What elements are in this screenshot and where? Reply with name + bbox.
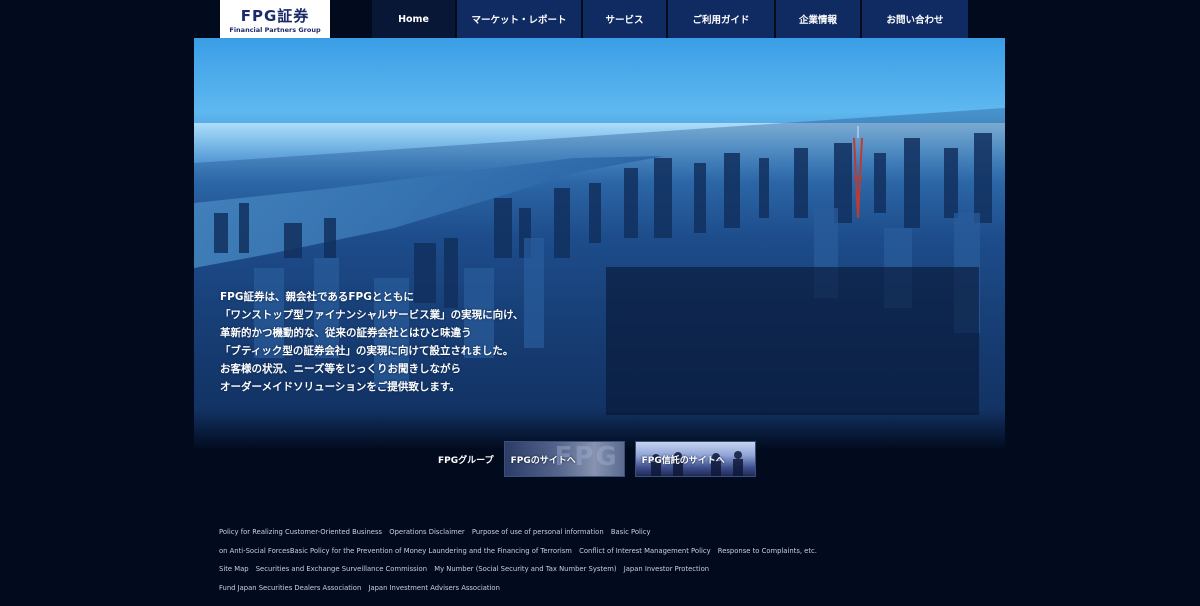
hero-line: オーダーメイドソリューションをご提供致します。 [220, 381, 460, 393]
footer-line: Fund Japan Securities Dealers Associatio… [219, 579, 979, 598]
logo-main-text: FPG証券 [240, 7, 310, 25]
footer-link-sesc[interactable]: Securities and Exchange Surveillance Com… [256, 565, 427, 573]
nav-market-report[interactable]: マーケット・レポート [457, 0, 581, 38]
footer-link-basic-policy[interactable]: Basic Policy [611, 528, 651, 536]
footer-line: Policy for Realizing Customer-Oriented B… [219, 523, 979, 542]
footer-link-personal-information[interactable]: Purpose of use of personal information [472, 528, 604, 536]
nav-services[interactable]: サービス [583, 0, 666, 38]
fpg-site-link[interactable]: FPG FPGのサイトへ [503, 441, 625, 477]
footer-link-jsda[interactable]: Fund Japan Securities Dealers Associatio… [219, 584, 361, 592]
footer-link-customer-oriented-policy[interactable]: Policy for Realizing Customer-Oriented B… [219, 528, 382, 536]
hero-line: お客様の状況、ニーズ等をじっくりお聞きしながら [220, 363, 461, 375]
footer-link-my-number[interactable]: My Number (Social Security and Tax Numbe… [434, 565, 616, 573]
fpg-trust-site-link-label: FPG信託のサイトへ [641, 456, 725, 466]
logo[interactable]: FPG証券 Financial Partners Group [220, 0, 330, 38]
footer-link-complaints[interactable]: Response to Complaints, etc. [718, 547, 817, 555]
hero-line: 革新的かつ機動的な、従来の証券会社とはひと味違う [220, 327, 472, 339]
group-links: FPGグループ FPG FPGのサイトへ FPG信託のサイトへ [438, 441, 766, 477]
fpg-trust-site-link[interactable]: FPG信託のサイトへ [634, 441, 756, 477]
hero-intro-text: FPG証券は、親会社であるFPGとともに 「ワンストップ型ファイナンシャルサービ… [220, 288, 580, 396]
hero-dark-panel [606, 267, 979, 415]
logo-sub-text: Financial Partners Group [229, 26, 321, 34]
footer-link-site-map[interactable]: Site Map [219, 565, 249, 573]
hero-line: 「ワンストップ型ファイナンシャルサービス業」の実現に向け、 [220, 309, 524, 321]
fpg-site-link-label: FPGのサイトへ [510, 456, 576, 466]
footer-links: Policy for Realizing Customer-Oriented B… [219, 523, 979, 597]
footer-link-investor-protection[interactable]: Japan Investor Protection [624, 565, 709, 573]
footer-link-conflict-of-interest[interactable]: Conflict of Interest Management Policy [579, 547, 711, 555]
nav-contact[interactable]: お問い合わせ [862, 0, 968, 38]
nav-home[interactable]: Home [372, 0, 455, 38]
hero-banner: FPG証券は、親会社であるFPGとともに 「ワンストップ型ファイナンシャルサービ… [194, 38, 1005, 450]
group-label: FPGグループ [438, 455, 494, 466]
hero-line: FPG証券は、親会社であるFPGとともに [220, 291, 414, 303]
main-nav: Home マーケット・レポート サービス ご利用ガイド 企業情報 お問い合わせ [372, 0, 970, 38]
footer-link-jiaa[interactable]: Japan Investment Advisers Association [368, 584, 499, 592]
nav-company-info[interactable]: 企業情報 [776, 0, 860, 38]
nav-user-guide[interactable]: ご利用ガイド [668, 0, 774, 38]
footer-link-operations-disclaimer[interactable]: Operations Disclaimer [389, 528, 464, 536]
footer-link-anti-social-forces[interactable]: on Anti-Social ForcesBasic Policy for th… [219, 547, 572, 555]
hero-line: 「ブティック型の証券会社」の実現に向けて設立されました。 [220, 345, 514, 357]
footer-line: Site Map Securities and Exchange Surveil… [219, 560, 979, 579]
footer-line: on Anti-Social ForcesBasic Policy for th… [219, 542, 979, 561]
